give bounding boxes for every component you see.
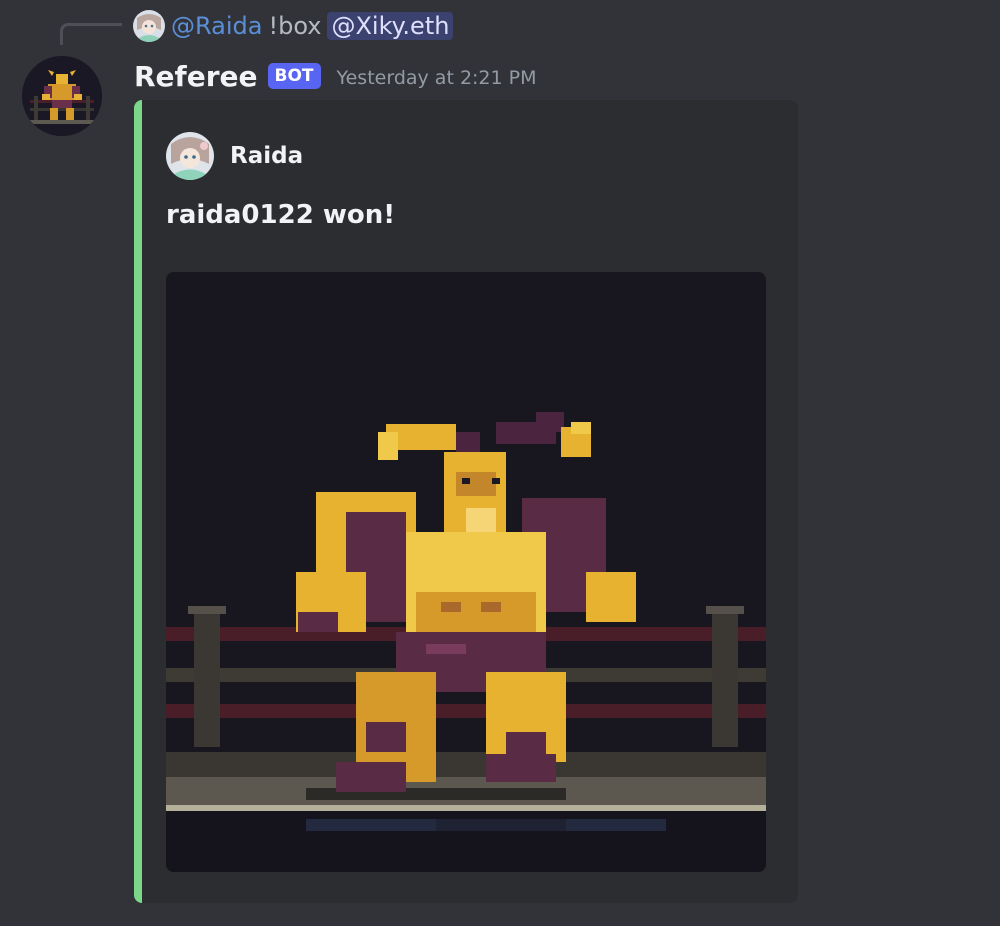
embed-description: raida0122 won! (166, 200, 396, 230)
embed-author: Raida (166, 132, 303, 180)
bot-badge: BOT (267, 63, 321, 89)
embed-image[interactable] (166, 272, 766, 872)
message-timestamp[interactable]: Yesterday at 2:21 PM (337, 67, 537, 89)
reply-author-avatar[interactable] (133, 10, 165, 42)
message-embed: Raida raida0122 won! (134, 100, 798, 903)
reply-author-name[interactable]: @Raida (171, 12, 262, 40)
referee-avatar[interactable] (22, 56, 102, 136)
embed-author-avatar (166, 132, 214, 180)
reply-connector-line (60, 23, 122, 45)
message-author-name[interactable]: Referee (134, 60, 258, 93)
embed-author-name[interactable]: Raida (230, 143, 303, 169)
reply-preview[interactable]: @Raida !box @Xiky.eth (133, 10, 454, 42)
message-header: Referee BOT Yesterday at 2:21 PM (134, 56, 537, 96)
reply-content[interactable]: !box (268, 12, 321, 40)
user-mention[interactable]: @Xiky.eth (327, 12, 454, 40)
embed-accent-bar (134, 100, 142, 903)
